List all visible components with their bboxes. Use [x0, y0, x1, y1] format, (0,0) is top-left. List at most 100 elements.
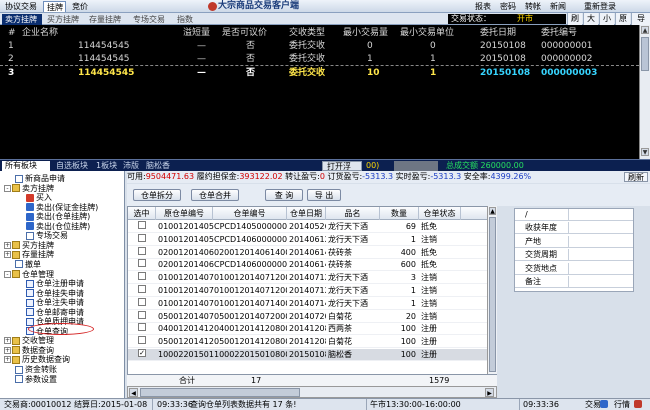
- tab-all-boards[interactable]: 所有板块: [2, 161, 50, 171]
- table-row[interactable]: 010012014071200100120140712000220140712龙…: [128, 285, 496, 297]
- menu-password[interactable]: 密码: [500, 1, 516, 12]
- small-size-button[interactable]: 小: [599, 13, 614, 25]
- tree-item[interactable]: 仓单注册申请: [26, 279, 84, 288]
- scroll-down-arrow-icon[interactable]: ▼: [641, 148, 649, 156]
- tree-item[interactable]: 资金转账: [15, 365, 57, 374]
- tree-item[interactable]: - 卖方挂牌: [4, 184, 54, 193]
- status-trade[interactable]: 交易: [585, 399, 601, 410]
- row-checkbox[interactable]: [138, 233, 146, 242]
- row-checkbox[interactable]: [138, 323, 146, 332]
- row-checkbox[interactable]: [138, 310, 146, 319]
- split-warrant-button[interactable]: 仓单拆分: [133, 189, 181, 201]
- tree-item[interactable]: 仓单邮寄申请: [26, 308, 84, 317]
- expand-icon[interactable]: +: [4, 251, 11, 259]
- tab-stock-listing[interactable]: 存量挂牌: [86, 14, 128, 25]
- scroll-up-arrow-icon[interactable]: ▲: [641, 26, 649, 34]
- col-qty[interactable]: 数量: [380, 207, 419, 220]
- original-size-button[interactable]: 原: [615, 13, 630, 25]
- row-checkbox[interactable]: [138, 336, 146, 345]
- tree-item[interactable]: 卖出(仓单挂牌): [26, 212, 90, 221]
- tree-item[interactable]: 撤单: [15, 260, 41, 269]
- tree-item[interactable]: 新商品申请: [15, 174, 65, 183]
- merge-warrant-button[interactable]: 仓单合并: [191, 189, 239, 201]
- row-checkbox[interactable]: [138, 246, 146, 255]
- tree-item[interactable]: 卖出(保证金挂牌): [26, 203, 98, 212]
- table-row[interactable]: 010012014071400100120140714000120140714龙…: [128, 297, 496, 310]
- grid-scroll-up-icon[interactable]: ▲: [489, 207, 496, 215]
- expand-icon[interactable]: +: [4, 241, 11, 249]
- grid-hscrollbar[interactable]: ◀ ▶: [127, 386, 497, 398]
- table-row[interactable]: 010012014071200100120140712000120140712龙…: [128, 272, 496, 285]
- tab-custom-board[interactable]: 自选板块: [53, 161, 91, 171]
- hscroll-right-icon[interactable]: ▶: [485, 388, 494, 397]
- row-checkbox[interactable]: [138, 259, 146, 268]
- market-row-1[interactable]: 1 114454545 — 否 委托交收 0 0 20150108 000000…: [0, 40, 639, 53]
- tree-item[interactable]: 专场交易: [26, 231, 68, 240]
- tab-index[interactable]: 指数: [174, 14, 198, 25]
- tree-item[interactable]: + 交收管理: [4, 336, 54, 345]
- market-row-3-selected[interactable]: 3 114454545 — 否 委托交收 10 1 20150108 00000…: [0, 67, 639, 80]
- col-status[interactable]: 仓单状态: [419, 207, 461, 220]
- tree-item[interactable]: 仓单注失申请: [26, 298, 84, 307]
- menu-transfer[interactable]: 转帐: [525, 1, 541, 12]
- tree-item[interactable]: 参数设置: [15, 375, 57, 384]
- table-row[interactable]: 050012014072000500120140720000120140720白…: [128, 310, 496, 323]
- open-float-button[interactable]: 打开浮动: [322, 161, 362, 181]
- refresh-button[interactable]: 刷新: [624, 172, 648, 182]
- row-checkbox[interactable]: [138, 221, 146, 229]
- tree-item[interactable]: + 历史数据查询: [4, 355, 70, 364]
- hscroll-left-icon[interactable]: ◀: [129, 388, 138, 397]
- query-button[interactable]: 查 询: [265, 189, 303, 201]
- tab-protocol-trade[interactable]: 协议交易: [2, 1, 40, 12]
- col-date[interactable]: 仓单日期: [287, 207, 326, 220]
- export-size-button[interactable]: 导: [631, 13, 650, 25]
- tab-auction[interactable]: 竞价: [69, 1, 92, 12]
- table-row[interactable]: ✓ 100022015010801000220150108000120150108…: [128, 349, 496, 361]
- menu-relogin[interactable]: 重新登录: [584, 1, 616, 12]
- tab-listing[interactable]: 挂牌: [43, 1, 66, 12]
- tab-seller-listing[interactable]: 卖方挂牌: [2, 14, 42, 25]
- large-size-button[interactable]: 大: [583, 13, 598, 25]
- col-selected[interactable]: 选中: [128, 207, 156, 220]
- row-checkbox[interactable]: ✓: [138, 349, 146, 357]
- refresh-size-button[interactable]: 刷: [567, 13, 582, 25]
- tab-special-trade[interactable]: 专场交易: [130, 14, 172, 25]
- expand-icon[interactable]: +: [4, 356, 11, 364]
- table-row[interactable]: 01001201405220CPCD14060000001320140612龙行…: [128, 233, 496, 246]
- tree-item[interactable]: + 数据查询: [4, 346, 54, 355]
- export-button[interactable]: 导 出: [307, 189, 341, 201]
- collapse-icon[interactable]: -: [4, 270, 11, 278]
- tree-item[interactable]: 买入: [26, 193, 52, 202]
- col-orig-id[interactable]: 原仓单编号: [156, 207, 213, 220]
- tab-buyer-listing[interactable]: 买方挂牌: [44, 14, 84, 25]
- table-row[interactable]: 01001201405220CPCD14050000000620140526龙行…: [128, 221, 496, 233]
- market-scrollbar[interactable]: ▲ ▼: [639, 25, 650, 159]
- collapse-icon[interactable]: -: [4, 184, 11, 192]
- col-name[interactable]: 品名: [326, 207, 380, 220]
- table-row[interactable]: 02001201406140CPCD14060000002120140614茯砖…: [128, 259, 496, 272]
- tree-item[interactable]: - 仓单管理: [4, 270, 54, 279]
- tab-board-1[interactable]: 1板块: [93, 161, 117, 171]
- tree-item[interactable]: + 买方挂牌: [4, 241, 54, 250]
- tab-rosin[interactable]: 脑松香: [143, 161, 173, 171]
- grid-scrollbar[interactable]: ▲: [487, 206, 497, 386]
- tree-item[interactable]: 卖出(仓位挂牌): [26, 222, 90, 231]
- col-warrant-id[interactable]: 仓单编号: [213, 207, 287, 220]
- expand-icon[interactable]: +: [4, 346, 11, 354]
- hscroll-thumb[interactable]: [140, 388, 300, 397]
- row-checkbox[interactable]: [138, 272, 146, 281]
- row-checkbox[interactable]: [138, 285, 146, 293]
- scroll-thumb[interactable]: [641, 37, 649, 71]
- status-quote[interactable]: 行情: [614, 399, 630, 410]
- expand-icon[interactable]: +: [4, 337, 11, 345]
- tree-item[interactable]: 仓单挂失申请: [26, 289, 84, 298]
- table-row[interactable]: 020012014061400200120140614000120140614茯…: [128, 246, 496, 259]
- table-row[interactable]: 040012014120800400120141208000120141208西…: [128, 323, 496, 336]
- menu-report[interactable]: 报表: [475, 1, 491, 12]
- menu-news[interactable]: 新闻: [550, 1, 566, 12]
- grid-scroll-thumb[interactable]: [489, 217, 496, 372]
- tab-pei[interactable]: 沛版: [120, 161, 140, 171]
- tree-item[interactable]: + 存量挂牌: [4, 250, 54, 259]
- row-checkbox[interactable]: [138, 297, 146, 306]
- table-row[interactable]: 050012014120800500120141208000320141208白…: [128, 336, 496, 349]
